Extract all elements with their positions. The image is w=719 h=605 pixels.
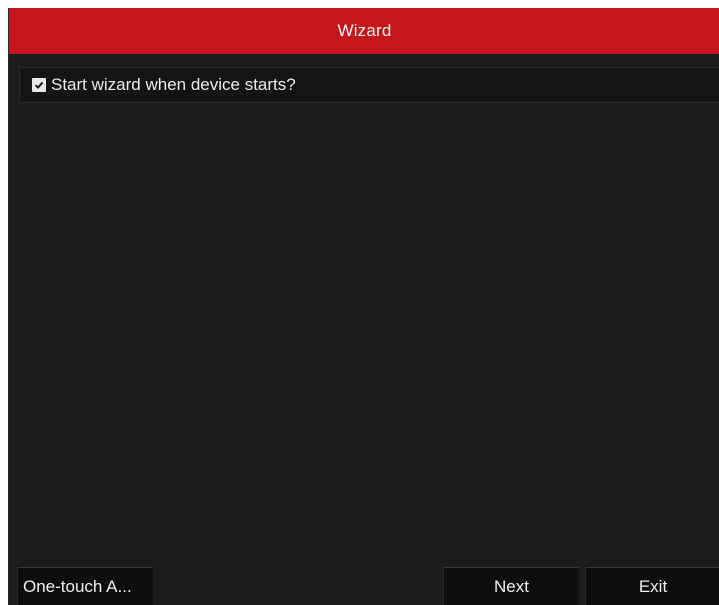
start-wizard-label: Start wizard when device starts? [51,75,296,94]
one-touch-button[interactable]: One-touch A... [17,567,153,605]
next-button[interactable]: Next [443,567,579,605]
start-wizard-option[interactable]: Start wizard when device starts? [19,67,719,103]
checkbox-checked-icon[interactable] [32,78,46,92]
exit-button[interactable]: Exit [585,567,719,605]
wizard-window: Wizard Start wizard when device starts? … [8,8,719,605]
title-bar: Wizard [9,8,719,54]
window-title: Wizard [337,21,392,40]
content-area [9,105,719,560]
footer-bar: One-touch A... Next Exit [9,567,719,605]
